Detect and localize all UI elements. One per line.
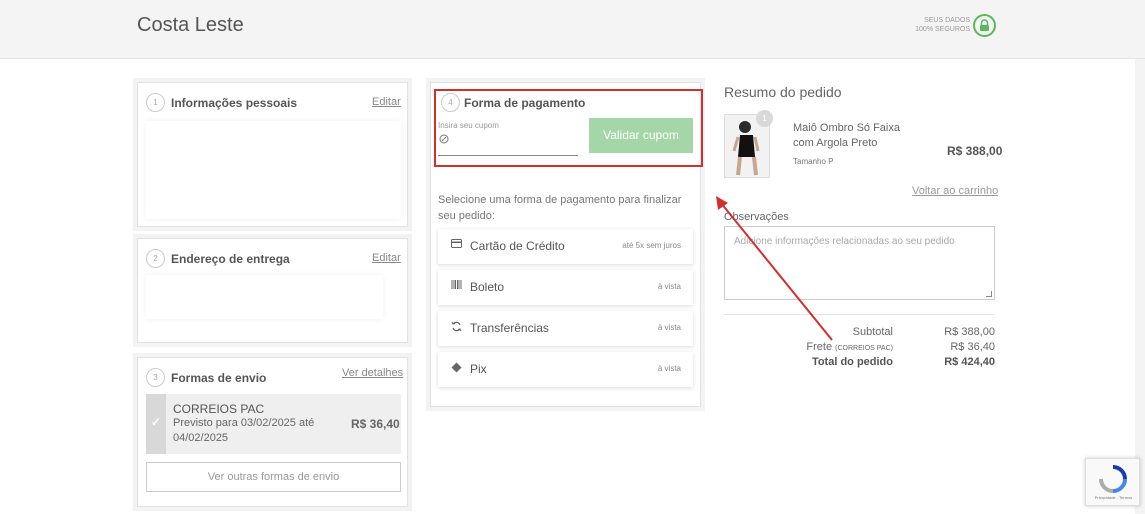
annotation-arrow [716,196,833,341]
recaptcha-icon [1099,465,1127,493]
recaptcha-text[interactable]: Privacidade - Termos [1086,495,1141,500]
recaptcha-badge[interactable]: Privacidade - Termos [1085,458,1140,506]
